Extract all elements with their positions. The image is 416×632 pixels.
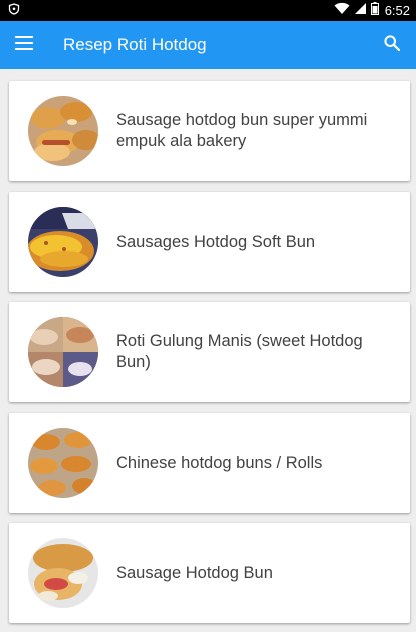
recipe-thumbnail bbox=[28, 428, 98, 498]
recipe-thumbnail bbox=[28, 96, 98, 166]
recipe-card[interactable]: Chinese hotdog buns / Rolls bbox=[9, 413, 410, 513]
recipe-thumbnail bbox=[28, 317, 98, 387]
signal-icon bbox=[354, 2, 367, 20]
recipe-card[interactable]: Sausages Hotdog Soft Bun bbox=[9, 192, 410, 292]
recipe-title: Chinese hotdog buns / Rolls bbox=[116, 453, 323, 472]
status-bar: 6:52 bbox=[0, 0, 416, 21]
shield-icon bbox=[8, 2, 20, 20]
recipe-title: Sausages Hotdog Soft Bun bbox=[116, 232, 316, 251]
recipe-title: Sausage hotdog bun super yummi empuk ala… bbox=[116, 111, 368, 150]
recipe-title: Roti Gulung Manis (sweet Hotdog Bun) bbox=[116, 332, 363, 371]
wifi-icon bbox=[334, 2, 350, 20]
status-time: 6:52 bbox=[384, 3, 410, 18]
recipe-card[interactable]: Sausage hotdog bun super yummi empuk ala… bbox=[9, 81, 410, 181]
recipe-thumbnail bbox=[28, 207, 98, 277]
hamburger-menu-icon bbox=[15, 35, 33, 55]
recipe-card[interactable]: Roti Gulung Manis (sweet Hotdog Bun) bbox=[9, 302, 410, 402]
app-title: Resep Roti Hotdog bbox=[63, 35, 207, 54]
app-bar: Resep Roti Hotdog bbox=[0, 21, 416, 69]
battery-icon bbox=[370, 1, 379, 20]
search-button[interactable] bbox=[368, 21, 416, 69]
search-icon bbox=[384, 34, 401, 56]
recipe-thumbnail bbox=[28, 538, 98, 608]
recipe-card[interactable]: Sausage Hotdog Bun bbox=[9, 523, 410, 623]
recipe-title: Sausage Hotdog Bun bbox=[116, 563, 273, 582]
menu-button[interactable] bbox=[1, 21, 47, 69]
